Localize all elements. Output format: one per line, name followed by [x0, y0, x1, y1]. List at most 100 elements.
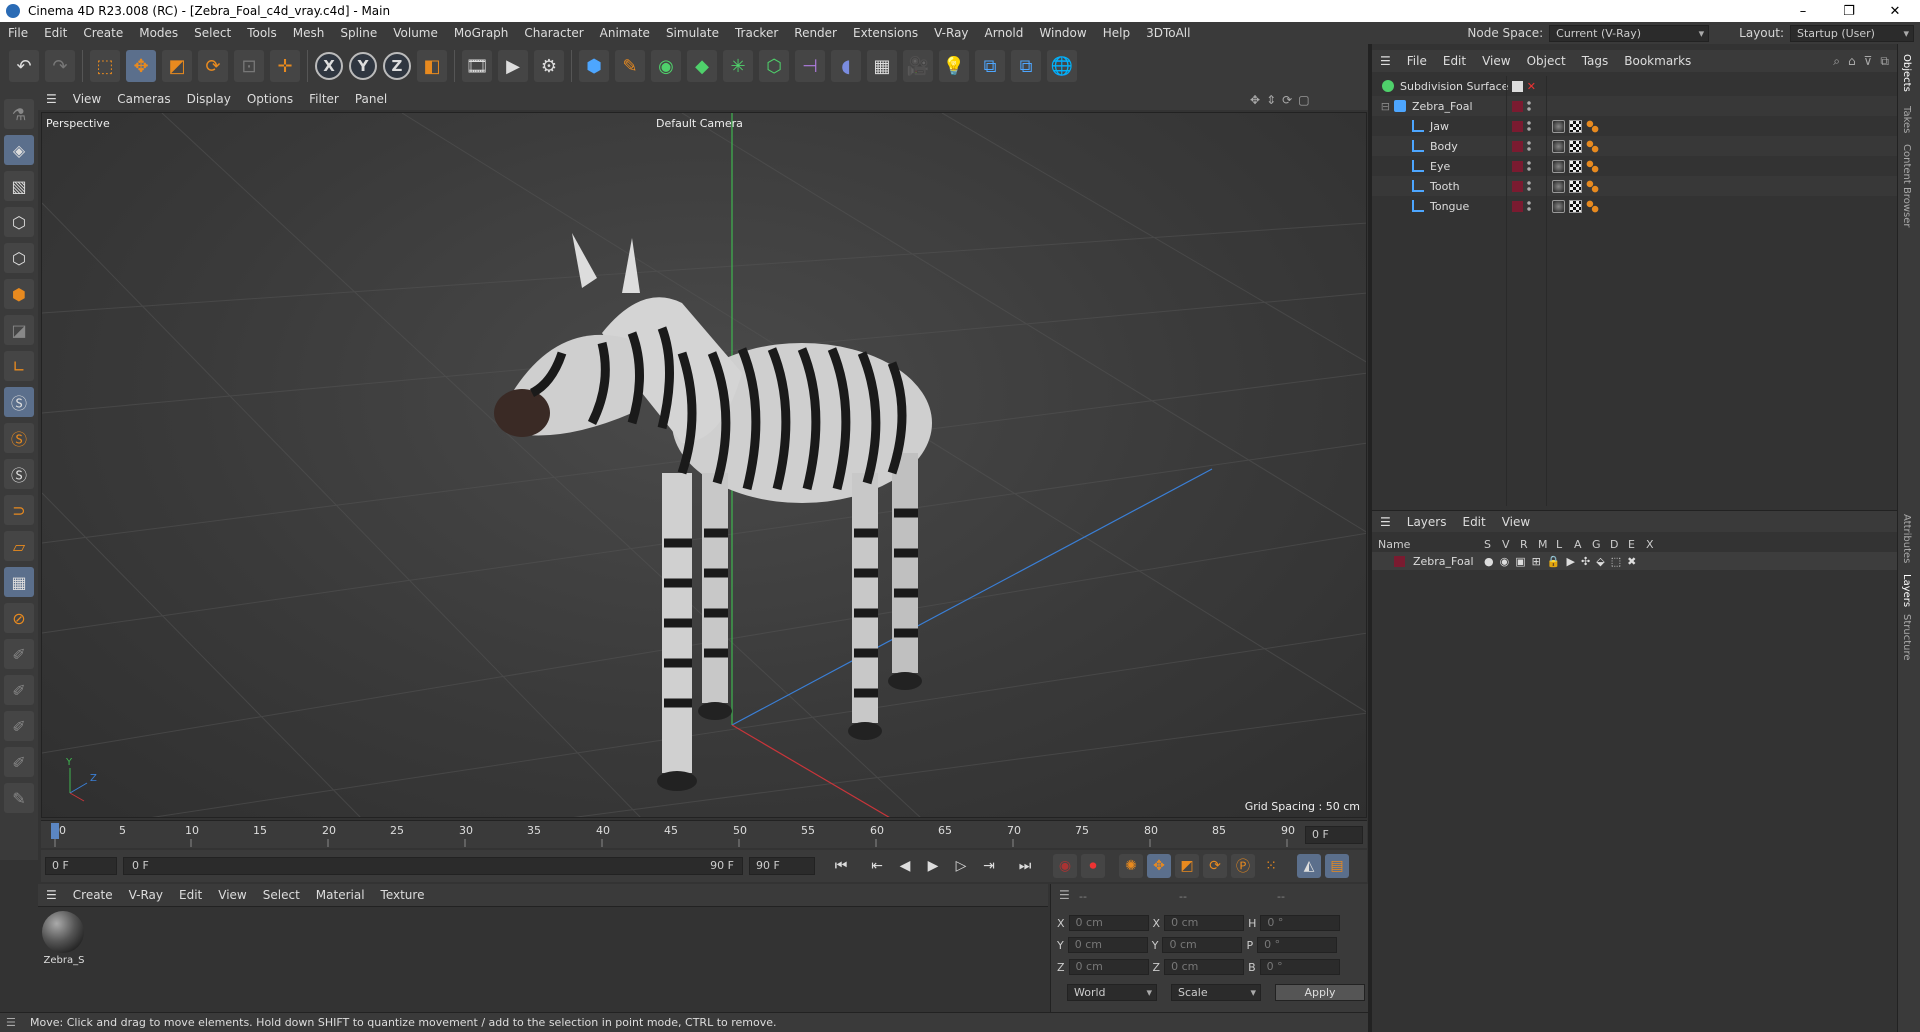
expressions-icon[interactable]: ⬚	[1611, 555, 1621, 568]
object-flags[interactable]: ✕	[1512, 80, 1536, 93]
timeline-window-icon[interactable]: ▤	[1325, 854, 1349, 878]
render-view-icon[interactable]: 🎞	[462, 50, 492, 82]
close-button[interactable]: ✕	[1872, 0, 1918, 22]
material-menu-view[interactable]: View	[210, 888, 254, 902]
collapse-icon[interactable]: ⊟	[1372, 100, 1394, 113]
rotation-h-field[interactable]: 0 °	[1260, 915, 1341, 931]
menu-window[interactable]: Window	[1031, 26, 1094, 40]
editor-visibility-icon[interactable]	[1512, 81, 1523, 92]
solo-icon[interactable]: ●	[1484, 555, 1494, 568]
menu-3dtoall[interactable]: 3DToAll	[1138, 26, 1198, 40]
redo-icon[interactable]: ↷	[45, 50, 75, 82]
material-tag-icon[interactable]	[1552, 119, 1565, 133]
selection-tag-icon[interactable]	[1586, 139, 1599, 153]
material-tag-icon[interactable]	[1552, 199, 1565, 213]
material-menu-create[interactable]: Create	[65, 888, 121, 902]
tab-objects[interactable]: Objects	[1901, 54, 1912, 92]
object-row-eye[interactable]: Eye	[1372, 156, 1897, 176]
material-menu-texture[interactable]: Texture	[373, 888, 433, 902]
points-mode-icon[interactable]: ⬡	[4, 207, 34, 237]
uvw-tag-icon[interactable]	[1569, 139, 1582, 153]
python-icon[interactable]: ⧉	[975, 50, 1005, 82]
3d-viewport[interactable]: Perspective Default Camera Y Z Grid Spac…	[41, 112, 1367, 818]
globe-icon[interactable]: 🌐	[1047, 50, 1077, 82]
maximize-view-icon[interactable]: ▢	[1298, 93, 1309, 107]
x-axis-lock-icon[interactable]: X	[315, 52, 343, 80]
current-frame-field[interactable]: 0 F	[1305, 826, 1363, 844]
object-row-tongue[interactable]: Tongue	[1372, 196, 1897, 216]
xref-icon[interactable]: ✖	[1627, 555, 1636, 568]
brush-s-icon[interactable]: ✐	[4, 747, 34, 777]
layer-color-swatch[interactable]	[1512, 160, 1523, 172]
material-swatch[interactable]: Zebra_S	[42, 911, 86, 966]
grid-icon[interactable]: ▦	[4, 567, 34, 597]
render-settings-icon[interactable]: ⚙	[534, 50, 564, 82]
record-icon[interactable]: ◉	[1053, 854, 1077, 878]
animation-icon[interactable]: ▶	[1567, 555, 1575, 568]
visibility-dots[interactable]	[1527, 200, 1531, 212]
menu-edit[interactable]: Edit	[36, 26, 75, 40]
key-parameter-icon[interactable]: Ⓟ	[1231, 854, 1255, 878]
key-pla-icon[interactable]: ⁙	[1259, 854, 1283, 878]
node-space-dropdown[interactable]: Current (V-Ray)	[1549, 24, 1710, 42]
visibility-dots[interactable]	[1527, 160, 1531, 172]
deformer-icon[interactable]: ⊣	[795, 50, 825, 82]
render-disable-icon[interactable]: ✕	[1527, 80, 1536, 93]
deformers-icon[interactable]: ⬙	[1596, 555, 1604, 568]
viewport-menu-view[interactable]: View	[65, 92, 109, 106]
layers-menu-view[interactable]: View	[1494, 515, 1538, 529]
menu-modes[interactable]: Modes	[131, 26, 186, 40]
coord-mode-dropdown[interactable]: World	[1067, 984, 1157, 1001]
apply-button[interactable]: Apply	[1275, 984, 1365, 1001]
motion-system-icon[interactable]: ◭	[1297, 854, 1321, 878]
visibility-dots[interactable]	[1527, 120, 1531, 132]
status-hamburger-icon[interactable]: ☰	[0, 1016, 30, 1029]
objects-menu-tags[interactable]: Tags	[1574, 54, 1617, 68]
cube-object-icon[interactable]: ⬢	[579, 50, 609, 82]
snap-settings-icon[interactable]: Ⓢ	[4, 423, 34, 453]
layer-row-zebra-foal[interactable]: Zebra_Foal ● ◉ ▣ ⊞ 🔒 ▶ ✣ ⬙ ⬚ ✖	[1372, 552, 1897, 570]
rotation-p-field[interactable]: 0 °	[1257, 937, 1338, 953]
menu-character[interactable]: Character	[516, 26, 591, 40]
tab-structure[interactable]: Structure	[1901, 614, 1912, 661]
generators-icon[interactable]: ✣	[1581, 555, 1590, 568]
menu-volume[interactable]: Volume	[385, 26, 446, 40]
rotate-tool-icon[interactable]: ⟳	[198, 50, 228, 82]
paint-icon[interactable]: ✐	[4, 639, 34, 669]
key-scale-icon[interactable]: ◩	[1175, 854, 1199, 878]
menu-select[interactable]: Select	[186, 26, 239, 40]
extrude-icon[interactable]: ◆	[687, 50, 717, 82]
menu-simulate[interactable]: Simulate	[658, 26, 727, 40]
tab-attributes[interactable]: Attributes	[1901, 514, 1912, 563]
menu-extensions[interactable]: Extensions	[845, 26, 926, 40]
menu-tools[interactable]: Tools	[239, 26, 285, 40]
python-script-icon[interactable]: ⧉	[1011, 50, 1041, 82]
material-tag-icon[interactable]	[1552, 139, 1565, 153]
object-row-jaw[interactable]: Jaw	[1372, 116, 1897, 136]
go-to-end-icon[interactable]: ⏭	[1013, 854, 1037, 878]
render-picture-viewer-icon[interactable]: ▶	[498, 50, 528, 82]
position-x-field[interactable]: 0 cm	[1068, 915, 1149, 931]
go-to-start-icon[interactable]: ⏮	[829, 854, 853, 878]
snap-icon[interactable]: Ⓢ	[4, 387, 34, 417]
viewport-menu-panel[interactable]: Panel	[347, 92, 395, 106]
live-selection-icon[interactable]: ⬚	[90, 50, 120, 82]
brush-r-icon[interactable]: ✐	[4, 711, 34, 741]
viewport-menu-cameras[interactable]: Cameras	[109, 92, 178, 106]
search-icon[interactable]: ⌕	[1833, 54, 1840, 69]
autokey-icon[interactable]: ⏺	[1081, 854, 1105, 878]
objects-menu-object[interactable]: Object	[1519, 54, 1574, 68]
selection-tag-icon[interactable]	[1586, 199, 1599, 213]
menu-create[interactable]: Create	[75, 26, 131, 40]
make-editable-icon[interactable]: ⚗	[4, 99, 34, 129]
layer-color-swatch[interactable]	[1512, 180, 1523, 192]
layer-color-swatch[interactable]	[1512, 120, 1523, 132]
object-row-zebra-foal[interactable]: ⊟ Zebra_Foal	[1372, 96, 1897, 116]
visibility-dots[interactable]	[1527, 140, 1531, 152]
size-x-field[interactable]: 0 cm	[1164, 915, 1245, 931]
orbit-icon[interactable]: ⟳	[1282, 93, 1292, 107]
snap-enable-icon[interactable]: Ⓢ	[4, 459, 34, 489]
model-mode-icon[interactable]: ◈	[4, 135, 34, 165]
position-z-field[interactable]: 0 cm	[1068, 959, 1149, 975]
layer-color-swatch[interactable]	[1512, 200, 1523, 212]
